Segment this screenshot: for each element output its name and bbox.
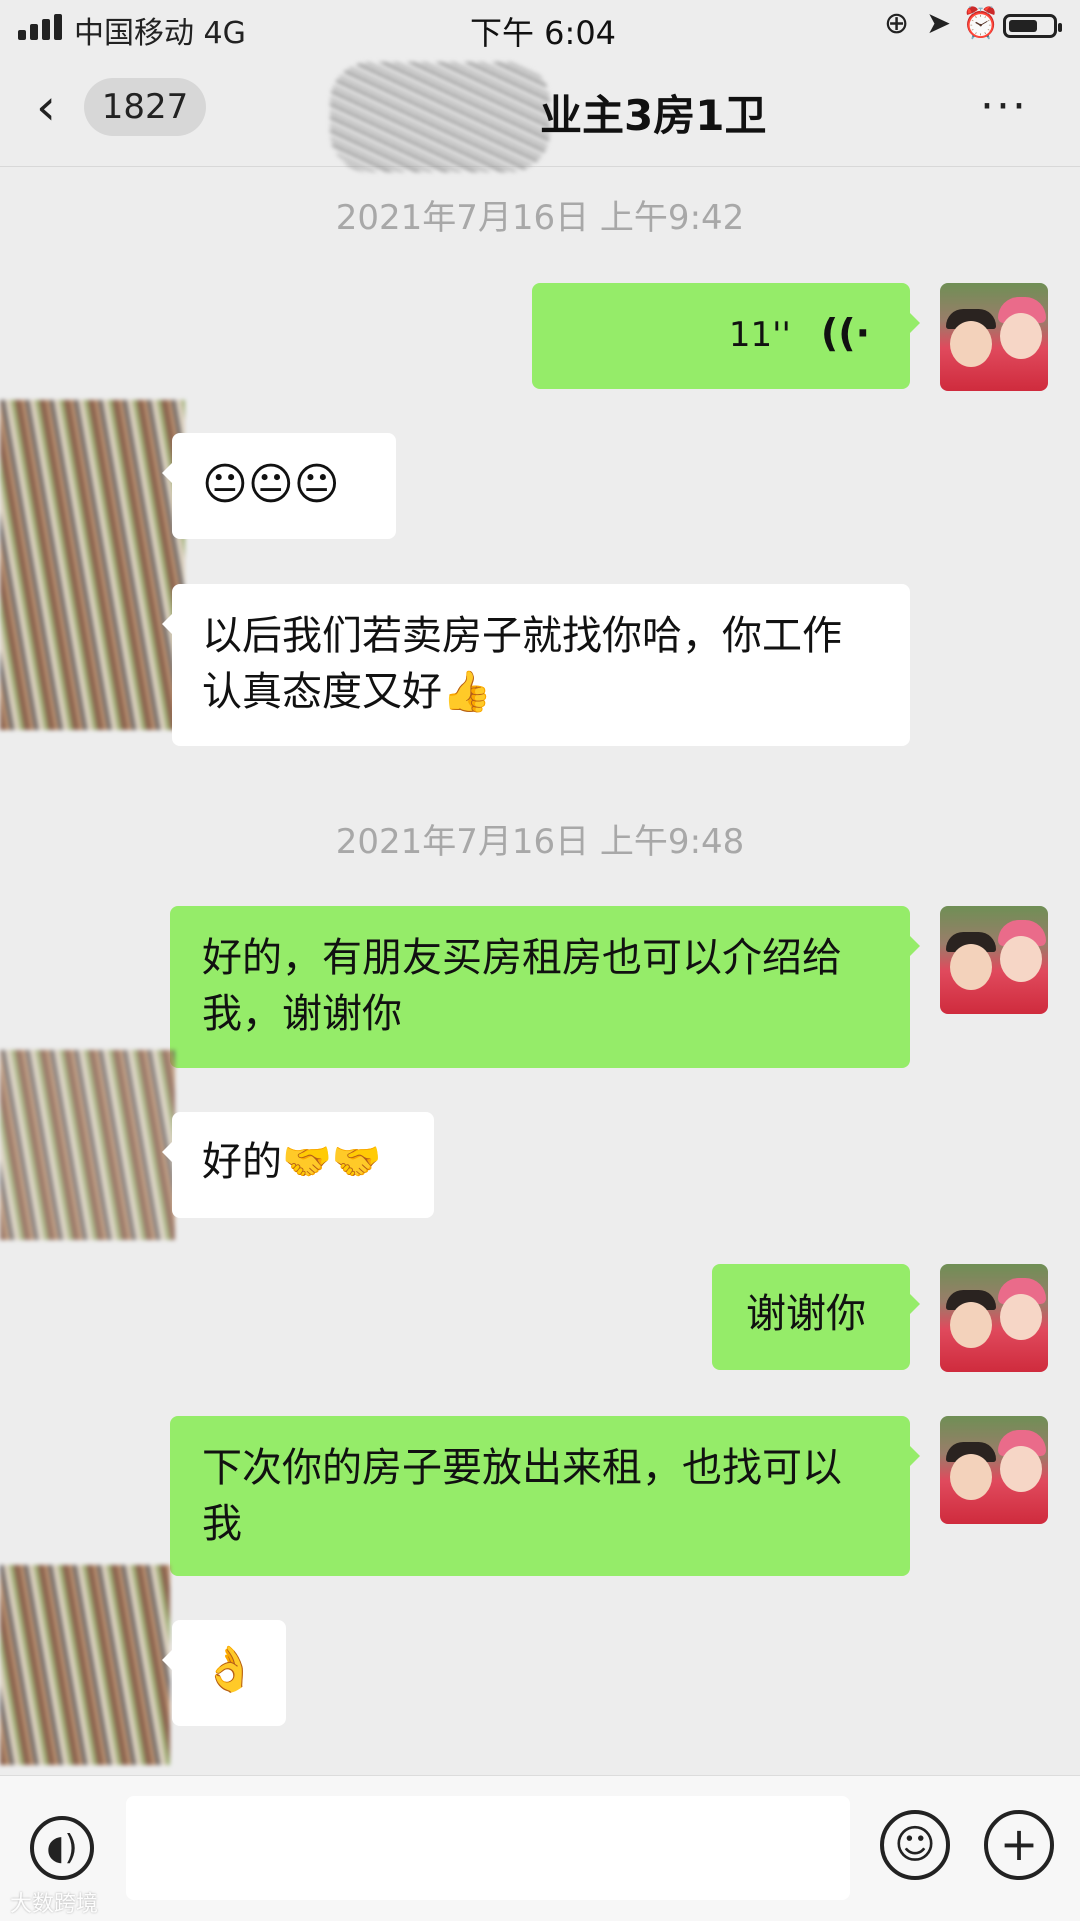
chat-title: 业主3房1卫 xyxy=(540,91,767,140)
back-chevron-icon[interactable]: ‹ xyxy=(36,82,72,132)
watermark: 大数跨境 xyxy=(10,1892,99,1917)
alarm-icon: ⏰ xyxy=(962,6,1000,41)
carrier-label: 中国移动 4G xyxy=(74,16,246,51)
chat-header: ‹ 1827 业主3房1卫 ··· xyxy=(0,52,1080,172)
my-avatar[interactable] xyxy=(940,283,1048,391)
rotation-lock-icon: ⊕ xyxy=(884,6,910,41)
message-text: 👌 xyxy=(202,1644,257,1695)
message-text: 谢谢你 xyxy=(746,1291,866,1337)
status-bar: 中国移动 4G 下午 6:04 ⊕ ➤ ⏰ xyxy=(0,0,1080,52)
voice-message-bubble[interactable]: 11'' ((· xyxy=(532,283,920,389)
message-bubble[interactable]: 谢谢你 xyxy=(712,1264,920,1370)
more-icon[interactable]: ··· xyxy=(980,85,1028,129)
battery-icon xyxy=(1003,14,1062,38)
message-bubble[interactable]: 好的，有朋友买房租房也可以介绍给我，谢谢你 xyxy=(170,906,920,1068)
contact-avatar[interactable] xyxy=(0,1050,175,1240)
message-text: 好的，有朋友买房租房也可以介绍给我，谢谢你 xyxy=(202,935,842,1037)
redacted-name xyxy=(330,62,550,172)
emoji-icon[interactable]: ☺ xyxy=(880,1810,950,1880)
my-avatar[interactable] xyxy=(940,1416,1048,1524)
unread-count-badge[interactable]: 1827 xyxy=(84,78,206,136)
message-bubble[interactable]: 好的🤝🤝 xyxy=(162,1112,434,1218)
my-avatar[interactable] xyxy=(940,906,1048,1014)
message-bubble[interactable]: 下次你的房子要放出来租，也找可以我 xyxy=(170,1416,920,1576)
timestamp: 2021年7月16日 上午9:48 xyxy=(335,822,745,862)
my-avatar[interactable] xyxy=(940,1264,1048,1372)
message-text: 好的🤝🤝 xyxy=(202,1139,382,1185)
message-bubble[interactable]: 😐😐😐 xyxy=(162,433,396,539)
message-bubble[interactable]: 👌 xyxy=(162,1620,286,1726)
timestamp: 2021年7月16日 上午9:42 xyxy=(335,198,745,238)
message-text: 😐😐😐 xyxy=(202,459,340,510)
message-bubble[interactable]: 以后我们若卖房子就找你哈，你工作认真态度又好👍 xyxy=(162,584,910,746)
message-text: 以后我们若卖房子就找你哈，你工作认真态度又好👍 xyxy=(202,613,842,715)
plus-icon[interactable]: + xyxy=(984,1810,1054,1880)
message-input[interactable] xyxy=(126,1796,850,1900)
location-icon: ➤ xyxy=(926,6,952,41)
input-bar: ◖) ☺ + xyxy=(0,1775,1080,1921)
clock: 下午 6:04 xyxy=(470,14,617,52)
message-text: 下次你的房子要放出来租，也找可以我 xyxy=(202,1445,842,1547)
contact-avatar[interactable] xyxy=(0,1565,170,1765)
voice-duration: 11'' xyxy=(728,315,791,355)
voice-wave-icon: ((· xyxy=(820,311,870,355)
contact-avatar[interactable] xyxy=(0,400,185,730)
voice-input-icon[interactable]: ◖) xyxy=(30,1816,94,1880)
signal-icon xyxy=(18,14,64,40)
